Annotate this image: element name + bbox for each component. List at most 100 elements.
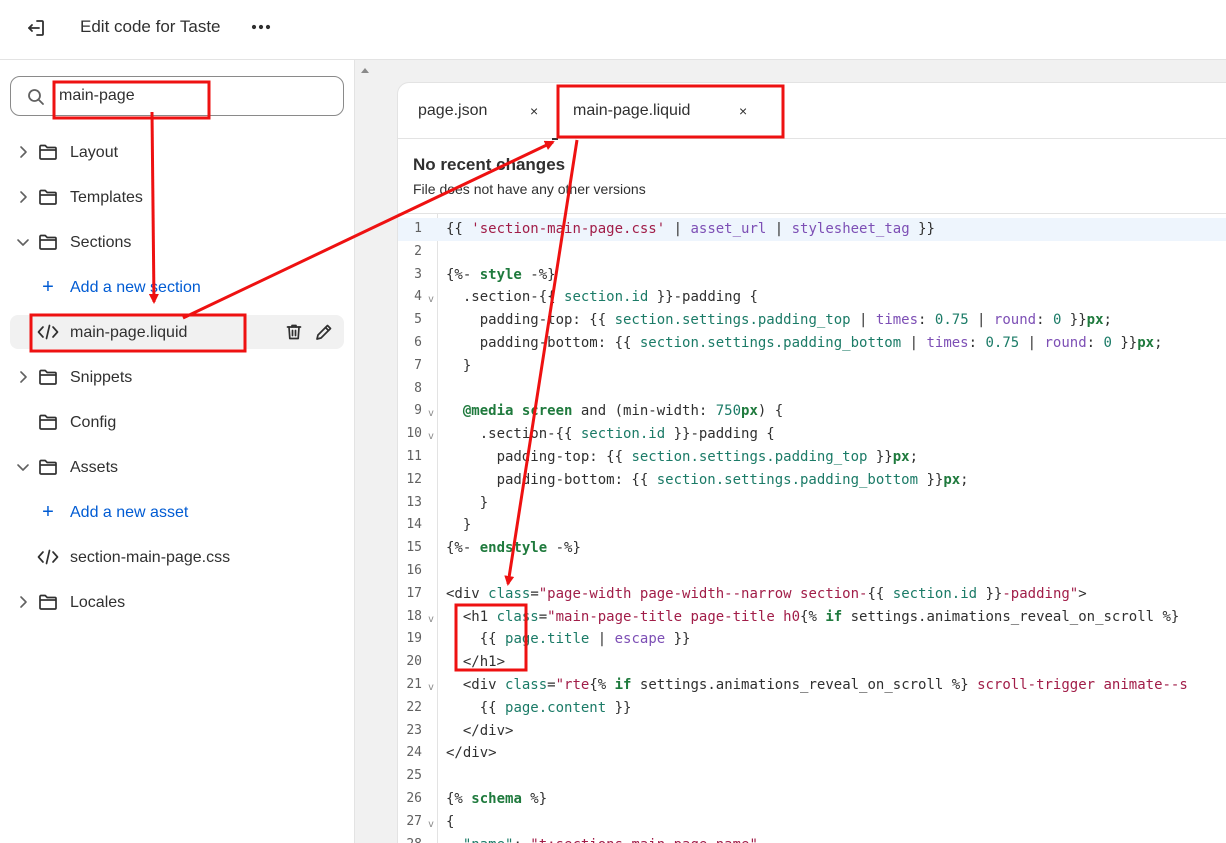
code-line: 8 bbox=[398, 378, 1226, 401]
line-number: 24 bbox=[406, 745, 422, 761]
sidebar-file-main-page-liquid[interactable]: main-page.liquid bbox=[10, 315, 344, 349]
close-tab-icon[interactable]: × bbox=[739, 101, 747, 121]
code-line: 3 {%- style -%} bbox=[398, 264, 1226, 287]
code-line: 12 padding-bottom: {{ section.settings.p… bbox=[398, 469, 1226, 492]
sidebar-file-section-main-page-css[interactable]: section-main-page.css bbox=[10, 540, 344, 574]
file-label: section-main-page.css bbox=[70, 549, 231, 566]
sidebar-item-locales[interactable]: Locales bbox=[10, 585, 344, 619]
code-text: <div class="page-width page-width--narro… bbox=[446, 585, 1087, 602]
sidebar-item-label: Assets bbox=[70, 459, 119, 476]
sidebar-item-config[interactable]: Config bbox=[10, 405, 344, 439]
code-text: {%- endstyle -%} bbox=[446, 540, 581, 557]
code-file-icon bbox=[37, 549, 59, 565]
folder-icon bbox=[39, 594, 57, 610]
sidebar-item-label: Locales bbox=[70, 594, 126, 611]
tab-main-page-liquid[interactable]: main-page.liquid × bbox=[552, 83, 778, 140]
code-text: {% schema %} bbox=[446, 791, 548, 807]
more-actions-icon[interactable] bbox=[248, 14, 274, 40]
line-number: 11 bbox=[406, 449, 422, 464]
trash-icon[interactable] bbox=[284, 322, 304, 342]
search-input[interactable] bbox=[59, 85, 329, 107]
chevron-down-icon bbox=[17, 239, 29, 246]
line-number: 23 bbox=[406, 722, 422, 738]
sidebar-item-label: Sections bbox=[70, 234, 132, 251]
code-line: 25 bbox=[398, 765, 1226, 788]
app-title: Edit code for Taste bbox=[80, 17, 221, 36]
folder-icon bbox=[39, 234, 57, 250]
file-label: main-page.liquid bbox=[70, 324, 188, 341]
editor-tabs: page.json × main-page.liquid × bbox=[398, 83, 1226, 140]
sidebar-item-layout[interactable]: Layout bbox=[10, 135, 344, 169]
search-icon bbox=[28, 89, 44, 105]
code-line: 15 {%- endstyle -%} bbox=[398, 537, 1226, 560]
folder-icon bbox=[39, 414, 57, 430]
code-line: 19 {{ page.title | escape }} bbox=[398, 628, 1226, 651]
sidebar-item-snippets[interactable]: Snippets bbox=[10, 360, 344, 394]
exit-icon[interactable] bbox=[24, 16, 48, 40]
code-text: @media screen and (min-width: 750px) { bbox=[462, 403, 784, 420]
code-editor[interactable]: 1 {{ 'section-main-page.css' | asset_url … bbox=[398, 213, 1226, 843]
add-asset-link[interactable]: + Add a new asset bbox=[10, 495, 344, 529]
add-asset-label: Add a new asset bbox=[70, 504, 189, 521]
code-text: .section-{{ section.id }}-padding { bbox=[446, 289, 758, 306]
line-number: 18 bbox=[406, 608, 422, 624]
code-text: "name": "t:sections.main-page.name", bbox=[446, 834, 766, 843]
line-number: 9 bbox=[414, 403, 422, 419]
chevron-right-icon bbox=[20, 191, 27, 203]
add-section-label: Add a new section bbox=[70, 279, 201, 296]
code-text: <div class="rte{% if settings.animations… bbox=[446, 677, 1188, 693]
code-text: </div> bbox=[446, 722, 514, 739]
history-title: No recent changes bbox=[413, 155, 566, 174]
code-text: } bbox=[446, 517, 472, 534]
code-text: padding-top: {{ section.settings.padding… bbox=[446, 449, 919, 465]
pencil-icon[interactable] bbox=[314, 322, 334, 342]
code-line: 23 </div> bbox=[398, 720, 1226, 743]
chevron-right-icon bbox=[20, 146, 27, 158]
folder-icon bbox=[39, 189, 57, 205]
line-number: 13 bbox=[406, 494, 422, 510]
line-number: 12 bbox=[406, 471, 422, 487]
sidebar-item-label: Snippets bbox=[70, 369, 133, 386]
file-sidebar: Layout Templates Sections + Add a new se… bbox=[0, 60, 355, 843]
line-number: 7 bbox=[414, 357, 422, 373]
code-text: } bbox=[446, 494, 489, 511]
folder-icon bbox=[39, 144, 57, 160]
code-line: 17 <div class="page-width page-width--nar… bbox=[398, 583, 1226, 606]
code-file-icon bbox=[37, 324, 59, 340]
code-text: <h1 class="main-page-title page-title h0… bbox=[446, 608, 1180, 625]
sidebar-item-assets[interactable]: Assets bbox=[10, 450, 344, 484]
code-line: 13 } bbox=[398, 492, 1226, 515]
code-text: </div> bbox=[446, 745, 497, 762]
code-text: padding-bottom: {{ section.settings.padd… bbox=[446, 471, 969, 488]
code-line: 27 v{ bbox=[398, 811, 1226, 834]
tab-page-json[interactable]: page.json × bbox=[398, 83, 558, 139]
history-subtitle: File does not have any other versions bbox=[413, 181, 646, 197]
line-number: 27 bbox=[406, 813, 422, 829]
line-number: 22 bbox=[406, 699, 422, 715]
line-number: 21 bbox=[406, 677, 422, 692]
line-number: 16 bbox=[406, 563, 422, 578]
code-line: 7 } bbox=[398, 355, 1226, 378]
sidebar-item-templates[interactable]: Templates bbox=[10, 180, 344, 214]
add-section-link[interactable]: + Add a new section bbox=[10, 270, 344, 304]
chevron-down-icon bbox=[17, 464, 29, 471]
code-line: 11 padding-top: {{ section.settings.padd… bbox=[398, 446, 1226, 469]
line-number: 25 bbox=[406, 768, 422, 784]
search-box[interactable] bbox=[10, 76, 344, 116]
code-text: padding-top: {{ section.settings.padding… bbox=[446, 312, 1112, 329]
code-line: 1 {{ 'section-main-page.css' | asset_url … bbox=[398, 218, 1226, 241]
sidebar-item-sections[interactable]: Sections bbox=[10, 225, 344, 259]
code-text: .section-{{ section.id }}-padding { bbox=[446, 426, 775, 443]
code-text: padding-bottom: {{ section.settings.padd… bbox=[446, 335, 1163, 351]
code-line: 22 {{ page.content }} bbox=[398, 697, 1226, 720]
line-number: 19 bbox=[406, 631, 422, 647]
code-line: 24 </div> bbox=[398, 742, 1226, 765]
close-tab-icon[interactable]: × bbox=[530, 101, 538, 121]
line-number: 10 bbox=[406, 426, 422, 442]
chevron-right-icon bbox=[20, 596, 27, 608]
scroll-up-arrow-icon[interactable] bbox=[360, 66, 370, 74]
sidebar-item-label: Layout bbox=[70, 144, 119, 161]
code-text: </h1> bbox=[446, 654, 506, 671]
line-number: 15 bbox=[406, 540, 422, 556]
code-line: 26 {% schema %} bbox=[398, 788, 1226, 811]
